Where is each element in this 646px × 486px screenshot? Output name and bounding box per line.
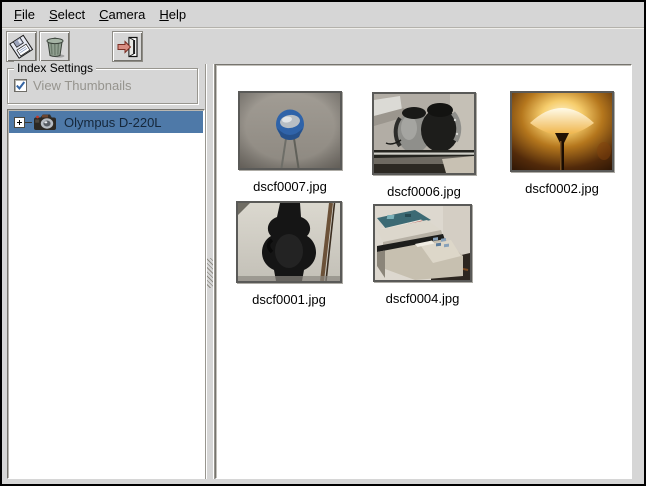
thumbnail-item-dscf0004[interactable]: dscf0004.jpg	[373, 204, 472, 306]
menu-select[interactable]: Select	[42, 4, 92, 25]
thumbnail-filename: dscf0006.jpg	[372, 184, 476, 199]
thumbnail-image-dscf0004	[373, 204, 472, 282]
view-thumbnails-checkbox[interactable]	[14, 79, 27, 92]
menu-camera[interactable]: Camera	[92, 4, 152, 25]
camera-tree: Olympus D-220L	[7, 109, 205, 479]
splitter-grip-icon	[207, 258, 213, 288]
thumbnail-filename: dscf0004.jpg	[373, 291, 472, 306]
thumbnail-filename: dscf0002.jpg	[510, 181, 614, 196]
thumbnail-image-dscf0006	[372, 92, 476, 175]
thumbnail-image-dscf0007	[238, 91, 342, 170]
thumbnail-image-dscf0002	[510, 91, 614, 172]
delete-button[interactable]	[39, 31, 70, 62]
tree-camera-label: Olympus D-220L	[64, 115, 162, 130]
checkmark-icon	[15, 80, 26, 91]
tree-connector-line	[25, 122, 32, 123]
index-settings-frame: Index Settings View Thumbnails	[7, 68, 198, 104]
thumbnail-item-dscf0001[interactable]: dscf0001.jpg	[236, 201, 342, 307]
tree-expander-icon[interactable]	[14, 117, 25, 128]
floppy-disk-icon	[9, 34, 35, 60]
thumbnail-image-dscf0001	[236, 201, 342, 283]
index-settings-label: Index Settings	[14, 61, 96, 75]
thumbnail-item-dscf0007[interactable]: dscf0007.jpg	[238, 91, 342, 194]
exit-door-icon	[115, 34, 141, 60]
thumbnail-item-dscf0002[interactable]: dscf0002.jpg	[510, 91, 614, 196]
tree-row-camera[interactable]: Olympus D-220L	[9, 111, 203, 133]
toolbar	[2, 30, 644, 64]
menu-file[interactable]: File	[7, 4, 42, 25]
view-thumbnails-checkbox-row[interactable]: View Thumbnails	[14, 78, 132, 93]
pane-splitter[interactable]	[205, 64, 215, 479]
exit-button[interactable]	[112, 31, 143, 62]
menubar: File Select Camera Help	[2, 2, 644, 28]
thumbnail-filename: dscf0007.jpg	[238, 179, 342, 194]
thumbnail-filename: dscf0001.jpg	[236, 292, 342, 307]
thumbnail-item-dscf0006[interactable]: dscf0006.jpg	[372, 92, 476, 199]
save-button[interactable]	[6, 31, 37, 62]
menu-help[interactable]: Help	[152, 4, 193, 25]
trash-icon	[42, 34, 68, 60]
gtkam-window: File Select Camera Help	[0, 0, 646, 486]
thumbnail-panel: dscf0007.jpg	[215, 64, 632, 479]
view-thumbnails-label: View Thumbnails	[33, 78, 132, 93]
camera-icon	[33, 113, 58, 131]
